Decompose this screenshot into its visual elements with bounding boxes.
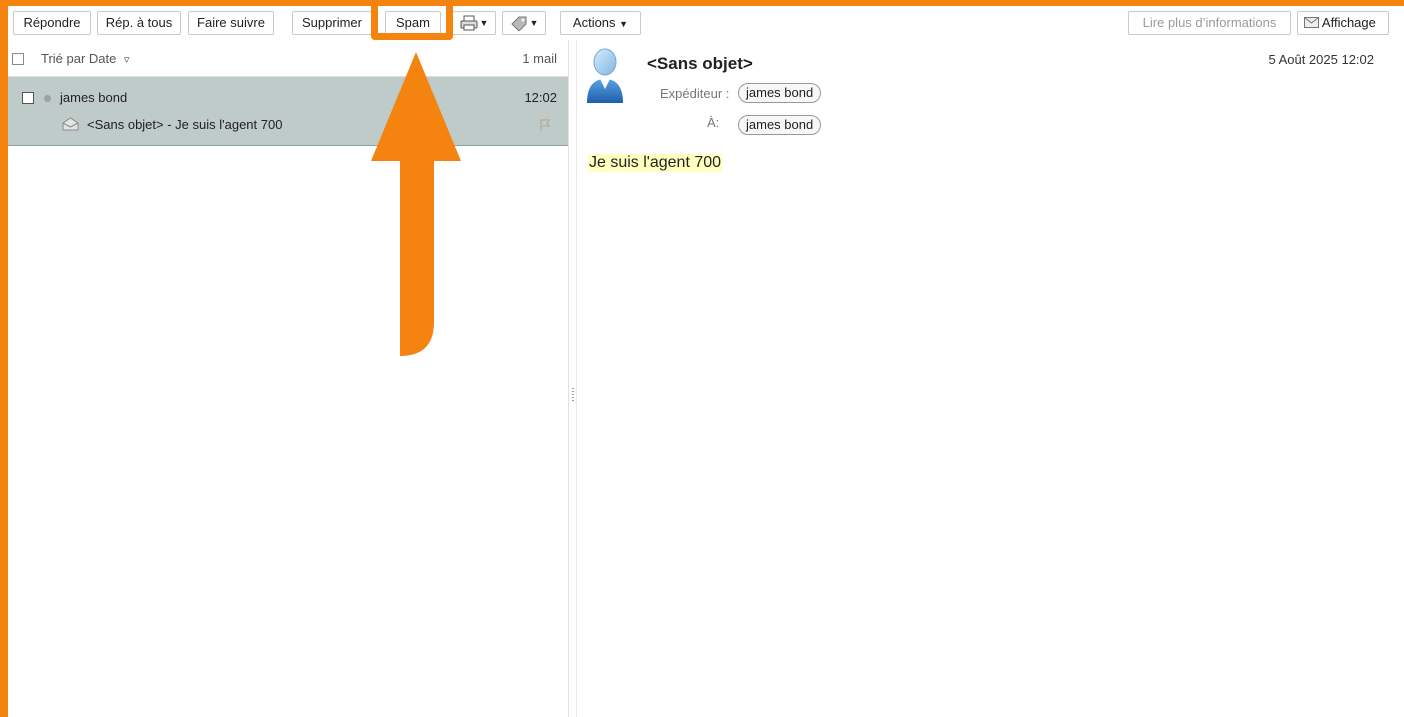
reply-button[interactable]: Répondre <box>13 11 91 35</box>
orange-frame-left <box>0 0 8 717</box>
toolbar: Répondre Rép. à tous Faire suivre Suppri… <box>8 6 1404 40</box>
message-body: Je suis l'agent 700 <box>588 154 723 172</box>
arrow-up-icon <box>371 52 461 356</box>
sender-chip[interactable]: james bond <box>738 83 822 103</box>
envelope-icon <box>1304 17 1319 28</box>
print-menu-button[interactable]: ▼ <box>452 11 496 35</box>
actions-menu-button[interactable]: Actions ▼ <box>560 11 641 35</box>
message-row[interactable]: james bond 12:02 <Sans objet> - Je suis … <box>8 77 568 146</box>
view-menu-button[interactable]: Affichage <box>1297 11 1389 35</box>
reply-all-button[interactable]: Rép. à tous <box>97 11 181 35</box>
message-sender: james bond <box>60 90 128 105</box>
message-time: 12:02 <box>524 90 557 105</box>
message-count: 1 mail <box>522 51 557 66</box>
forward-button[interactable]: Faire suivre <box>188 11 274 35</box>
flag-icon[interactable] <box>540 119 550 131</box>
pane-splitter-handle[interactable] <box>572 388 574 402</box>
message-list-pane: Trié par Date ▿ 1 mail james bond 12:02 … <box>8 40 569 717</box>
delete-button[interactable]: Supprimer <box>292 11 372 35</box>
tag-menu-button[interactable]: ▼ <box>502 11 546 35</box>
message-checkbox[interactable] <box>22 92 34 104</box>
view-label: Affichage <box>1321 15 1376 30</box>
list-header: Trié par Date ▿ 1 mail <box>8 40 568 77</box>
sender-label: Expéditeur : <box>660 86 730 101</box>
recipient-label: À: <box>707 115 720 130</box>
recipient-chip[interactable]: james bond <box>738 115 822 135</box>
chevron-down-icon: ▼ <box>529 18 539 28</box>
unread-dot-icon[interactable] <box>44 95 51 102</box>
spam-highlight-box <box>371 0 453 40</box>
chevron-down-icon: ▼ <box>619 19 629 29</box>
reading-pane: <Sans objet> 5 Août 2025 12:02 Expéditeu… <box>577 40 1404 717</box>
message-date: 5 Août 2025 12:02 <box>1268 52 1374 67</box>
actions-label: Actions <box>572 15 616 30</box>
chevron-down-icon: ▼ <box>479 18 489 28</box>
more-info-button[interactable]: Lire plus d’informations <box>1128 11 1291 35</box>
select-all-checkbox[interactable] <box>12 53 24 65</box>
sort-label: Trié par Date <box>41 51 117 66</box>
sort-control[interactable]: Trié par Date ▿ <box>41 51 130 66</box>
avatar <box>587 48 623 103</box>
envelope-open-icon <box>62 117 79 131</box>
message-subject: <Sans objet> - Je suis l'agent 700 <box>87 117 283 132</box>
print-icon <box>460 15 478 31</box>
sort-icon: ▿ <box>124 54 130 66</box>
tag-icon <box>510 16 527 31</box>
message-subject-title: <Sans objet> <box>647 54 753 73</box>
